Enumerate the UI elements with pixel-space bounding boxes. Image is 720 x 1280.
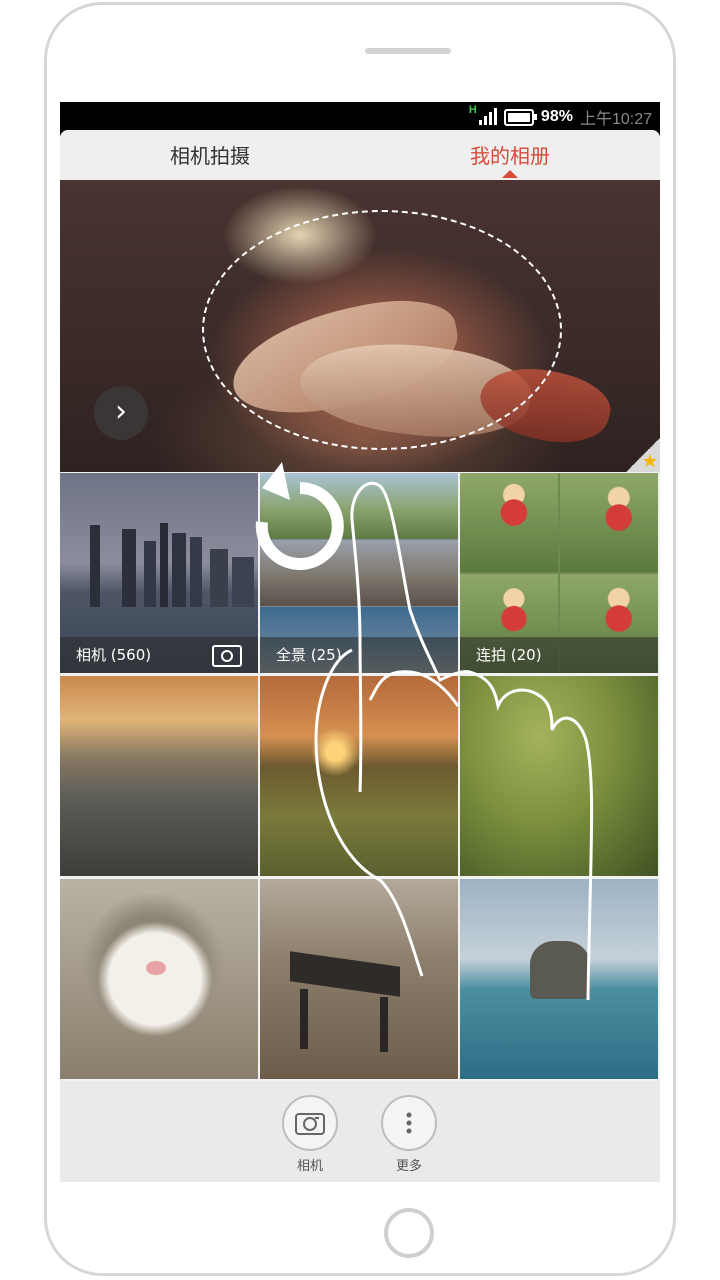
album-tile[interactable]	[260, 879, 458, 1079]
camera-label: 相机	[296, 1159, 323, 1174]
bottom-action-bar: 相机 更多	[60, 1081, 660, 1182]
more-label: 更多	[395, 1159, 422, 1174]
city-skyline	[160, 523, 168, 607]
rock-island	[530, 941, 590, 999]
featured-banner[interactable]: › ★	[60, 180, 660, 472]
phone-screen: H 98% 上午10:27 相机拍摄 我的相册 › ★ 相机 (560) 全景 …	[60, 102, 660, 1182]
cat-nose	[146, 961, 166, 975]
bench-shape	[300, 989, 308, 1049]
crop-selection-oval[interactable]	[202, 210, 562, 450]
camera-button[interactable]	[282, 1095, 338, 1151]
city-skyline	[190, 537, 202, 607]
bench-shape	[380, 997, 388, 1052]
city-skyline	[210, 549, 228, 607]
album-tile[interactable]: 连拍 (20)	[460, 473, 658, 673]
camera-icon	[295, 1113, 325, 1135]
album-tile[interactable]	[60, 879, 258, 1079]
thumbnail	[460, 473, 558, 572]
album-label: 全景 (25)	[260, 637, 458, 673]
album-tile[interactable]: 相机 (560)	[60, 473, 258, 673]
clock: 上午10:27	[579, 111, 652, 128]
city-skyline	[232, 557, 254, 607]
city-skyline	[144, 541, 156, 607]
home-button[interactable]	[384, 1208, 434, 1258]
thumbnail	[260, 540, 458, 606]
album-tile[interactable]	[260, 676, 458, 876]
city-skyline	[90, 525, 100, 607]
battery-percent: 98%	[540, 108, 573, 125]
city-skyline	[122, 529, 136, 607]
battery-icon	[503, 108, 537, 126]
more-vertical-icon	[406, 1112, 412, 1134]
city-skyline	[172, 533, 186, 607]
more-button[interactable]	[381, 1095, 437, 1151]
thumbnail	[260, 473, 458, 539]
active-tab-indicator	[502, 170, 518, 178]
album-tile[interactable]	[60, 676, 258, 876]
status-bar: H 98% 上午10:27	[60, 102, 660, 130]
phone-speaker	[365, 48, 451, 54]
album-label: 连拍 (20)	[460, 637, 658, 673]
chevron-right-icon[interactable]: ›	[94, 386, 148, 440]
star-icon: ★	[626, 438, 660, 472]
gallery-app: 相机拍摄 我的相册 › ★ 相机 (560) 全景 (25) 连拍 (20) 相…	[60, 130, 660, 1182]
tab-bar: 相机拍摄 我的相册	[60, 130, 660, 182]
tab-camera-shots[interactable]: 相机拍摄	[60, 130, 360, 180]
album-tile[interactable]	[460, 676, 658, 876]
camera-icon	[212, 645, 242, 667]
thumbnail	[560, 473, 658, 572]
album-tile[interactable]: 全景 (25)	[260, 473, 458, 673]
signal-icon: H	[469, 104, 497, 127]
album-grid: 相机 (560) 全景 (25) 连拍 (20)	[60, 473, 660, 1081]
album-tile[interactable]	[460, 879, 658, 1079]
